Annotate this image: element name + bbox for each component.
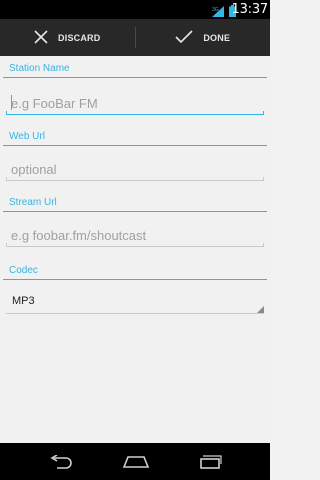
web-url-input[interactable]: optional bbox=[6, 157, 264, 181]
web-url-underline bbox=[6, 177, 264, 181]
discard-button[interactable]: DISCARD bbox=[0, 19, 135, 56]
codec-spinner[interactable]: MP3 bbox=[6, 290, 264, 314]
recent-apps-icon[interactable] bbox=[197, 454, 223, 469]
web-url-label: Web Url bbox=[9, 131, 45, 142]
station-name-header: Station Name bbox=[3, 56, 267, 78]
home-icon[interactable] bbox=[122, 455, 150, 469]
action-bar: DISCARD DONE bbox=[0, 19, 270, 56]
stream-url-underline bbox=[6, 243, 264, 247]
done-button[interactable]: DONE bbox=[136, 19, 271, 56]
codec-value: MP3 bbox=[12, 295, 35, 307]
station-form: Station Name e.g FooBar FM Web Url optio… bbox=[0, 56, 270, 443]
station-name-input[interactable]: e.g FooBar FM bbox=[6, 91, 264, 115]
station-name-label: Station Name bbox=[9, 63, 70, 74]
status-bar: 3G 13:37 bbox=[0, 0, 270, 19]
svg-text:3G: 3G bbox=[212, 7, 219, 13]
stream-url-input[interactable]: e.g foobar.fm/shoutcast bbox=[6, 223, 264, 247]
web-url-header: Web Url bbox=[3, 124, 267, 146]
station-name-underline bbox=[6, 111, 264, 115]
station-name-placeholder: e.g FooBar FM bbox=[11, 96, 98, 111]
stream-url-header: Stream Url bbox=[3, 190, 267, 212]
checkmark-icon bbox=[175, 29, 193, 46]
codec-label: Codec bbox=[9, 265, 38, 276]
done-label: DONE bbox=[203, 32, 231, 43]
status-time: 13:37 bbox=[231, 2, 269, 17]
navigation-bar bbox=[0, 443, 270, 480]
web-url-placeholder: optional bbox=[11, 162, 57, 177]
back-icon[interactable] bbox=[47, 454, 75, 469]
stream-url-placeholder: e.g foobar.fm/shoutcast bbox=[11, 228, 147, 243]
dropdown-triangle-icon bbox=[257, 306, 264, 313]
codec-header: Codec bbox=[3, 258, 267, 280]
close-icon bbox=[34, 29, 48, 46]
codec-underline bbox=[6, 313, 264, 314]
discard-label: DISCARD bbox=[58, 32, 101, 43]
stream-url-label: Stream Url bbox=[9, 197, 57, 208]
